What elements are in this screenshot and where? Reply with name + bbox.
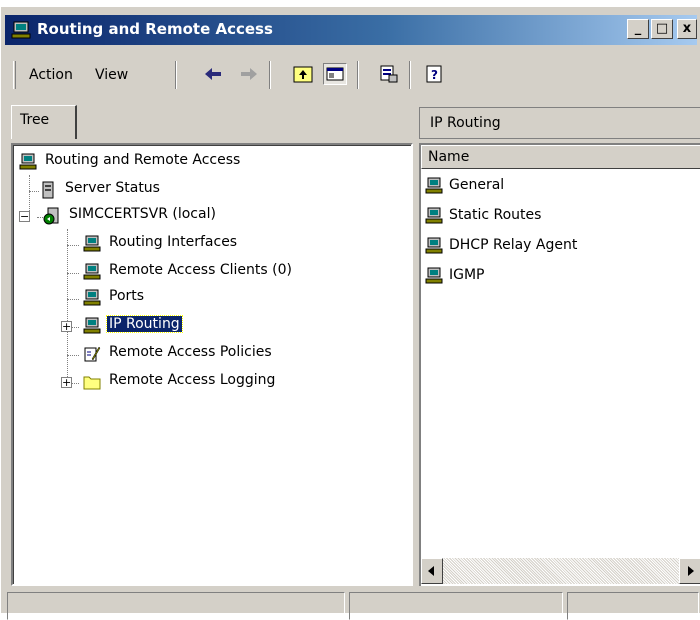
routing-icon (83, 317, 101, 334)
routing-app-icon (11, 21, 31, 39)
toolbar-separator (175, 61, 177, 89)
routing-icon (83, 235, 101, 252)
console-tree-icon (326, 67, 344, 81)
status-pane (349, 592, 563, 620)
arrow-left-icon (428, 566, 434, 576)
export-list-icon[interactable] (377, 63, 401, 85)
toolbar-separator (409, 61, 411, 89)
maximize-button[interactable]: □ (651, 19, 673, 39)
routing-icon (425, 267, 443, 284)
folder-icon (83, 376, 101, 390)
tree-connector (67, 355, 79, 356)
scroll-right-button[interactable] (679, 558, 700, 584)
tree-item-label: Remote Access Policies (109, 344, 272, 360)
list-item-label: General (449, 177, 505, 193)
toolbar-separator (269, 61, 271, 89)
column-header-name[interactable]: Name (421, 145, 700, 169)
tree-item-label: Remote Access Clients (0) (109, 262, 292, 278)
details-list[interactable]: Name General Static Routes DHCP Relay Ag… (419, 143, 700, 586)
show-hide-tree-button[interactable] (323, 63, 347, 85)
routing-icon (19, 153, 37, 170)
close-button[interactable]: x (677, 19, 697, 39)
status-bar (5, 588, 700, 620)
tree-item-label: Ports (109, 288, 145, 304)
routing-icon (425, 177, 443, 194)
menu-view[interactable]: View (95, 67, 128, 83)
up-one-level-icon[interactable] (291, 63, 315, 85)
server-status-icon (42, 181, 54, 199)
routing-icon (83, 263, 101, 280)
forward-arrow-icon[interactable] (237, 63, 261, 85)
minimize-button[interactable]: _ (627, 19, 649, 39)
list-item-label: IGMP (449, 267, 485, 283)
tree-item-label: Routing and Remote Access (45, 152, 241, 168)
tree-item-label: Remote Access Logging (109, 372, 276, 388)
tab-tree[interactable]: Tree (11, 105, 77, 139)
toolbar-grip[interactable] (13, 61, 16, 89)
toolbar-separator (357, 61, 359, 89)
help-icon[interactable]: ? (423, 63, 447, 85)
expand-toggle[interactable]: + (61, 321, 72, 332)
tree-connector (29, 175, 30, 211)
horizontal-scrollbar[interactable] (421, 558, 700, 584)
routing-icon (83, 289, 101, 306)
status-pane (7, 592, 345, 620)
tree-connector (67, 299, 79, 300)
list-item-label: DHCP Relay Agent (449, 237, 578, 253)
details-header: IP Routing (419, 107, 700, 139)
menu-action[interactable]: Action (29, 67, 73, 83)
arrow-right-icon (688, 566, 694, 576)
routing-icon (425, 237, 443, 254)
list-item-label: Static Routes (449, 207, 542, 223)
tree-item-label: Server Status (65, 180, 160, 196)
tree-connector (67, 229, 68, 387)
tree-item-label: Routing Interfaces (109, 234, 238, 250)
svg-text:?: ? (431, 68, 438, 82)
scroll-left-button[interactable] (421, 558, 443, 584)
routing-icon (425, 207, 443, 224)
title-bar[interactable]: Routing and Remote Access _ □ x (5, 15, 697, 45)
console-tree[interactable]: Routing and Remote Access Server Status … (11, 143, 413, 586)
tree-connector (67, 245, 79, 246)
tree-item-label: IP Routing (106, 315, 183, 333)
toolbar: Action View ? (5, 53, 697, 93)
tree-item-label: SIMCCERTSVR (local) (69, 206, 216, 222)
server-running-icon (43, 207, 59, 225)
status-pane (567, 592, 699, 620)
tree-connector (67, 273, 79, 274)
collapse-toggle[interactable]: − (19, 211, 30, 222)
app-window: Routing and Remote Access _ □ x Action V… (0, 6, 700, 620)
back-arrow-icon[interactable] (201, 63, 225, 85)
tree-connector (29, 191, 39, 192)
expand-toggle[interactable]: + (61, 377, 72, 388)
window-title: Routing and Remote Access (37, 20, 273, 38)
policy-icon (84, 346, 101, 362)
